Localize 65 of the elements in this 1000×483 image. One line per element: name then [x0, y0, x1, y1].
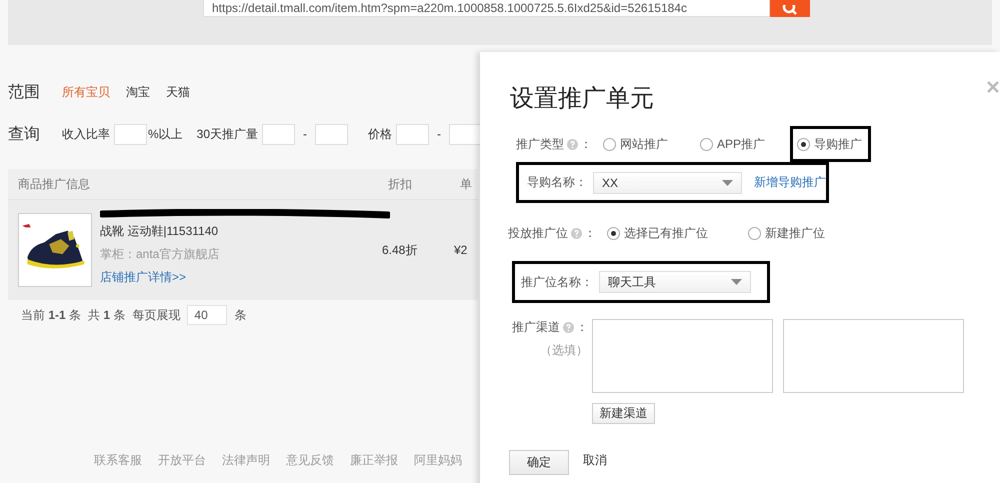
pagination-text: 共 1 条 [88, 306, 126, 324]
pagination-unit: 条 [234, 306, 246, 324]
optional-note: （选填） [540, 342, 588, 359]
filter-label: 价格 [368, 126, 392, 142]
cancel-link[interactable]: 取消 [583, 452, 607, 469]
radio-option[interactable]: APP推广 [693, 126, 774, 162]
shop-name: 掌柜：anta官方旗舰店 [100, 246, 220, 262]
scope-label: 范围 [8, 82, 41, 102]
filter-suffix: %以上 [148, 126, 183, 142]
pagination-text: 每页展现 [132, 306, 180, 324]
radio-option[interactable]: 新建推广位 [741, 215, 834, 251]
field-label: 导购名称： [527, 174, 587, 191]
new-channel-button[interactable]: 新建渠道 [592, 403, 655, 424]
column-header: 单 [460, 176, 472, 192]
help-icon[interactable] [563, 322, 574, 333]
search-icon [782, 5, 798, 17]
channel-list-box[interactable] [783, 319, 964, 393]
discount-cell-text: 6.48折 [382, 242, 418, 258]
field-label: 推广类型 [516, 136, 564, 152]
radio-button[interactable] [603, 138, 616, 150]
search-button[interactable] [770, 0, 810, 17]
caret-icon [722, 180, 733, 186]
input-field[interactable] [449, 124, 482, 144]
caret-icon [731, 279, 742, 285]
filter-label: 收入比率 [62, 126, 110, 142]
column-header: 折扣 [388, 176, 413, 192]
radio-option[interactable]: 选择已有推广位 [600, 215, 717, 251]
dialog-title: 设置推广单元 [510, 84, 654, 114]
page-size-field[interactable]: 40 [187, 305, 228, 325]
channel-list-box[interactable] [592, 319, 773, 393]
scope-tab[interactable]: 天猫 [166, 84, 190, 100]
placement-select[interactable]: 聊天工具 [599, 271, 751, 293]
field-label: 推广位名称： [521, 274, 593, 290]
input-field[interactable] [315, 124, 348, 144]
range-separator: - [303, 127, 308, 141]
help-icon[interactable] [571, 228, 582, 238]
field-colon: ： [576, 319, 588, 336]
guide-select[interactable]: XX [593, 172, 742, 194]
range-separator: - [437, 127, 442, 141]
radio-button[interactable] [748, 226, 761, 240]
radio-option[interactable]: 导购推广 [790, 126, 872, 162]
column-header: 商品推广信息 [18, 176, 91, 192]
radio-option[interactable]: 网站推广 [596, 126, 677, 162]
field-colon: ： [584, 224, 596, 242]
shop-details-link[interactable]: 店铺推广详情>> [100, 268, 380, 286]
add-guide-link[interactable]: 新增导购推广 [754, 174, 826, 191]
input-field[interactable] [396, 124, 430, 144]
scope-tab[interactable]: 淘宝 [126, 84, 150, 100]
price-cell: ¥2 [454, 243, 468, 257]
field-colon: ： [580, 136, 592, 152]
filter-label: 30天推广量 [196, 126, 258, 142]
product-subtitle: 战靴 运动鞋|11531140 [100, 222, 220, 240]
pagination-text: 当前 1-1 条 [21, 306, 82, 324]
field-label: 推广渠道 [512, 319, 560, 336]
radio-button[interactable] [797, 138, 810, 150]
url-field[interactable]: https://detail.tmall.com/item.htm?spm=a220m.1000858.1000725.5.6Ixd25&id=52615184c [203, 0, 770, 17]
field-label: 投放推广位 [508, 224, 568, 242]
close-icon[interactable] [987, 81, 999, 93]
radio-button[interactable] [700, 138, 713, 150]
radio-button[interactable] [607, 226, 620, 240]
query-label: 查询 [8, 124, 41, 144]
help-icon[interactable] [567, 138, 578, 150]
input-field[interactable] [262, 124, 296, 144]
input-field[interactable] [114, 124, 147, 144]
confirm-button[interactable]: 确定 [509, 450, 569, 475]
